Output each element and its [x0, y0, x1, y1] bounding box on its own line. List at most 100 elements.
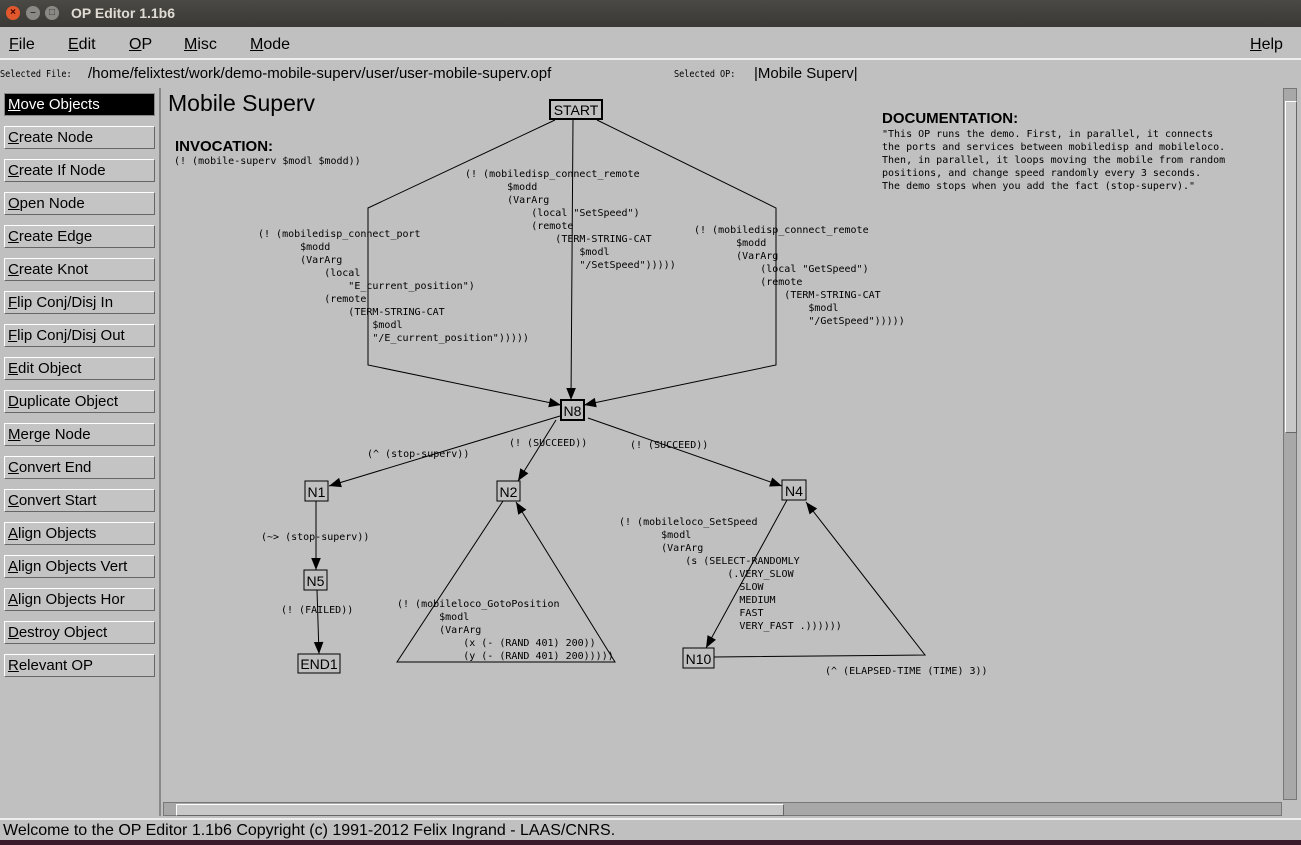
node-n1[interactable]: N1	[304, 480, 329, 502]
vertical-scrollbar[interactable]	[1283, 88, 1297, 800]
tool-merge-node-button[interactable]: Merge Node	[4, 423, 155, 446]
edge-n8-n2[interactable]	[517, 419, 557, 482]
edge-n8-n4[interactable]	[587, 417, 783, 487]
edge-label-connect-setspeed: $modd	[465, 182, 537, 193]
node-n8[interactable]: N8	[560, 399, 585, 421]
tool-relevant-op-button[interactable]: Relevant OP	[4, 654, 155, 677]
tool-align-objects-button[interactable]: Align Objects	[4, 522, 155, 545]
tool-destroy-object-button[interactable]: Destroy Object	[4, 621, 155, 644]
edge-label-connect-setspeed: (! (mobiledisp_connect_remote	[465, 169, 640, 180]
documentation-heading: DOCUMENTATION:	[882, 110, 1018, 127]
edge-label-setspeed: MEDIUM	[619, 595, 776, 606]
edge-label-connect-getspeed: (! (mobiledisp_connect_remote	[694, 225, 869, 236]
vertical-scroll-thumb[interactable]	[1285, 101, 1297, 433]
node-label: N2	[500, 484, 518, 500]
edge-label-goto: (VarArg	[397, 625, 481, 636]
edge-label-setspeed: VERY_FAST .))))))	[619, 621, 842, 632]
edge-label-wait-stop: (^ (stop-superv))	[367, 449, 469, 460]
tool-create-knot-button[interactable]: Create Knot	[4, 258, 155, 281]
maximize-icon[interactable]: □	[45, 6, 59, 20]
documentation-line: Then, in parallel, it loops moving the m…	[882, 155, 1225, 166]
node-n5[interactable]: N5	[303, 569, 328, 591]
edge-label-elapsed: (^ (ELAPSED-TIME (TIME) 3))	[825, 666, 988, 677]
edge-label-preserve-stop: (~> (stop-superv))	[261, 532, 369, 543]
op-title: Mobile Superv	[168, 90, 316, 116]
node-label: END1	[300, 656, 338, 672]
close-icon[interactable]: ×	[6, 6, 20, 20]
window-title: OP Editor 1.1b6	[71, 5, 175, 21]
tool-convert-start-button[interactable]: Convert Start	[4, 489, 155, 512]
edge-label-setspeed: (VarArg	[619, 543, 703, 554]
edge-label-setspeed: (.VERY_SLOW	[619, 569, 795, 580]
documentation-line: positions, and change speed randomly eve…	[882, 168, 1201, 179]
menu-help[interactable]: Help	[1250, 36, 1283, 54]
selected-file-value: /home/felixtest/work/demo-mobile-superv/…	[88, 65, 552, 82]
node-end1[interactable]: END1	[297, 653, 341, 674]
edge-label-setspeed: (s (SELECT-RANDOMLY	[619, 556, 800, 567]
node-label: N4	[785, 483, 803, 499]
node-n2[interactable]: N2	[496, 480, 521, 502]
menu-mode[interactable]: Mode	[250, 36, 290, 54]
tool-align-objects-vert-button[interactable]: Align Objects Vert	[4, 555, 155, 578]
edge-label-connect-getspeed: $modd	[694, 238, 766, 249]
edge-label-goto: (! (mobileloco_GotoPosition	[397, 599, 560, 610]
edge-label-connect-port: $modl	[258, 320, 403, 331]
node-n10[interactable]: N10	[682, 647, 715, 669]
edge-label-connect-setspeed: (TERM-STRING-CAT	[465, 234, 652, 245]
edge-label-goto: (y (- (RAND 401) 200)))))	[397, 651, 614, 662]
edge-label-connect-getspeed: $modl	[694, 303, 839, 314]
tool-edit-object-button[interactable]: Edit Object	[4, 357, 155, 380]
invocation-heading: INVOCATION:	[175, 138, 273, 155]
tool-open-node-button[interactable]: Open Node	[4, 192, 155, 215]
selected-file-label: Selected File:	[0, 69, 72, 80]
invocation-text: (! (mobile-superv $modl $modd))	[174, 156, 361, 167]
selected-op-value: |Mobile Superv|	[754, 65, 858, 82]
tool-create-edge-button[interactable]: Create Edge	[4, 225, 155, 248]
tool-flip-conj-disj-in-button[interactable]: Flip Conj/Disj In	[4, 291, 155, 314]
node-start[interactable]: START	[549, 99, 603, 120]
edge-label-setspeed: (! (mobileloco_SetSpeed	[619, 517, 757, 528]
edge-label-connect-setspeed: (remote	[465, 221, 573, 232]
tool-move-objects-button[interactable]: Move Objects	[4, 93, 155, 116]
edge-label-connect-setspeed: "/SetSpeed")))))	[465, 260, 676, 271]
horizontal-scroll-thumb[interactable]	[176, 804, 784, 816]
edge-label-succeed-n2: (! (SUCCEED))	[509, 438, 587, 449]
node-label: N1	[308, 484, 326, 500]
tool-flip-conj-disj-out-button[interactable]: Flip Conj/Disj Out	[4, 324, 155, 347]
menu-file[interactable]: File	[9, 36, 35, 54]
edge-n5-end1[interactable]	[313, 589, 324, 655]
edge-label-connect-port: "/E_current_position")))))	[258, 333, 529, 344]
edge-label-connect-port: (TERM-STRING-CAT	[258, 307, 445, 318]
tool-convert-end-button[interactable]: Convert End	[4, 456, 155, 479]
menu-bar: File Edit OP Misc Mode Help	[0, 28, 1301, 60]
node-label: START	[554, 102, 599, 118]
edge-label-goto: (x (- (RAND 401) 200))	[397, 638, 596, 649]
tool-duplicate-object-button[interactable]: Duplicate Object	[4, 390, 155, 413]
selected-op-label: Selected OP:	[674, 69, 736, 80]
edge-label-connect-port: (local	[258, 268, 360, 279]
title-bar: × – □ OP Editor 1.1b6	[0, 0, 1301, 27]
edge-label-connect-port: (remote	[258, 294, 366, 305]
node-label: N8	[564, 403, 582, 419]
menu-misc[interactable]: Misc	[184, 36, 217, 54]
node-n4[interactable]: N4	[781, 479, 807, 501]
edge-label-setspeed: $modl	[619, 530, 691, 541]
op-graph-canvas[interactable]: Mobile Superv INVOCATION: (! (mobile-sup…	[163, 88, 1282, 800]
menu-op[interactable]: OP	[129, 36, 152, 54]
edge-label-failed: (! (FAILED))	[281, 605, 353, 616]
op-graph[interactable]: Mobile Superv INVOCATION: (! (mobile-sup…	[163, 88, 1282, 800]
tool-align-objects-hor-button[interactable]: Align Objects Hor	[4, 588, 155, 611]
tool-panel: Move Objects Create Node Create If Node Ope…	[0, 88, 161, 816]
tool-create-if-node-button[interactable]: Create If Node	[4, 159, 155, 182]
tool-create-node-button[interactable]: Create Node	[4, 126, 155, 149]
minimize-icon[interactable]: –	[26, 6, 40, 20]
selection-bar: Selected File: /home/felixtest/work/demo…	[0, 62, 1301, 86]
edge-label-connect-getspeed: (local "GetSpeed")	[694, 264, 869, 275]
menu-edit[interactable]: Edit	[68, 36, 96, 54]
status-bar: Welcome to the OP Editor 1.1b6 Copyright…	[0, 818, 1301, 840]
documentation-line: The demo stops when you add the fact (st…	[882, 181, 1195, 192]
edge-label-connect-port: (VarArg	[258, 255, 342, 266]
edge-label-connect-setspeed: $modl	[465, 247, 610, 258]
edge-label-connect-port: "E_current_position")	[258, 281, 475, 292]
horizontal-scrollbar[interactable]	[163, 802, 1282, 816]
